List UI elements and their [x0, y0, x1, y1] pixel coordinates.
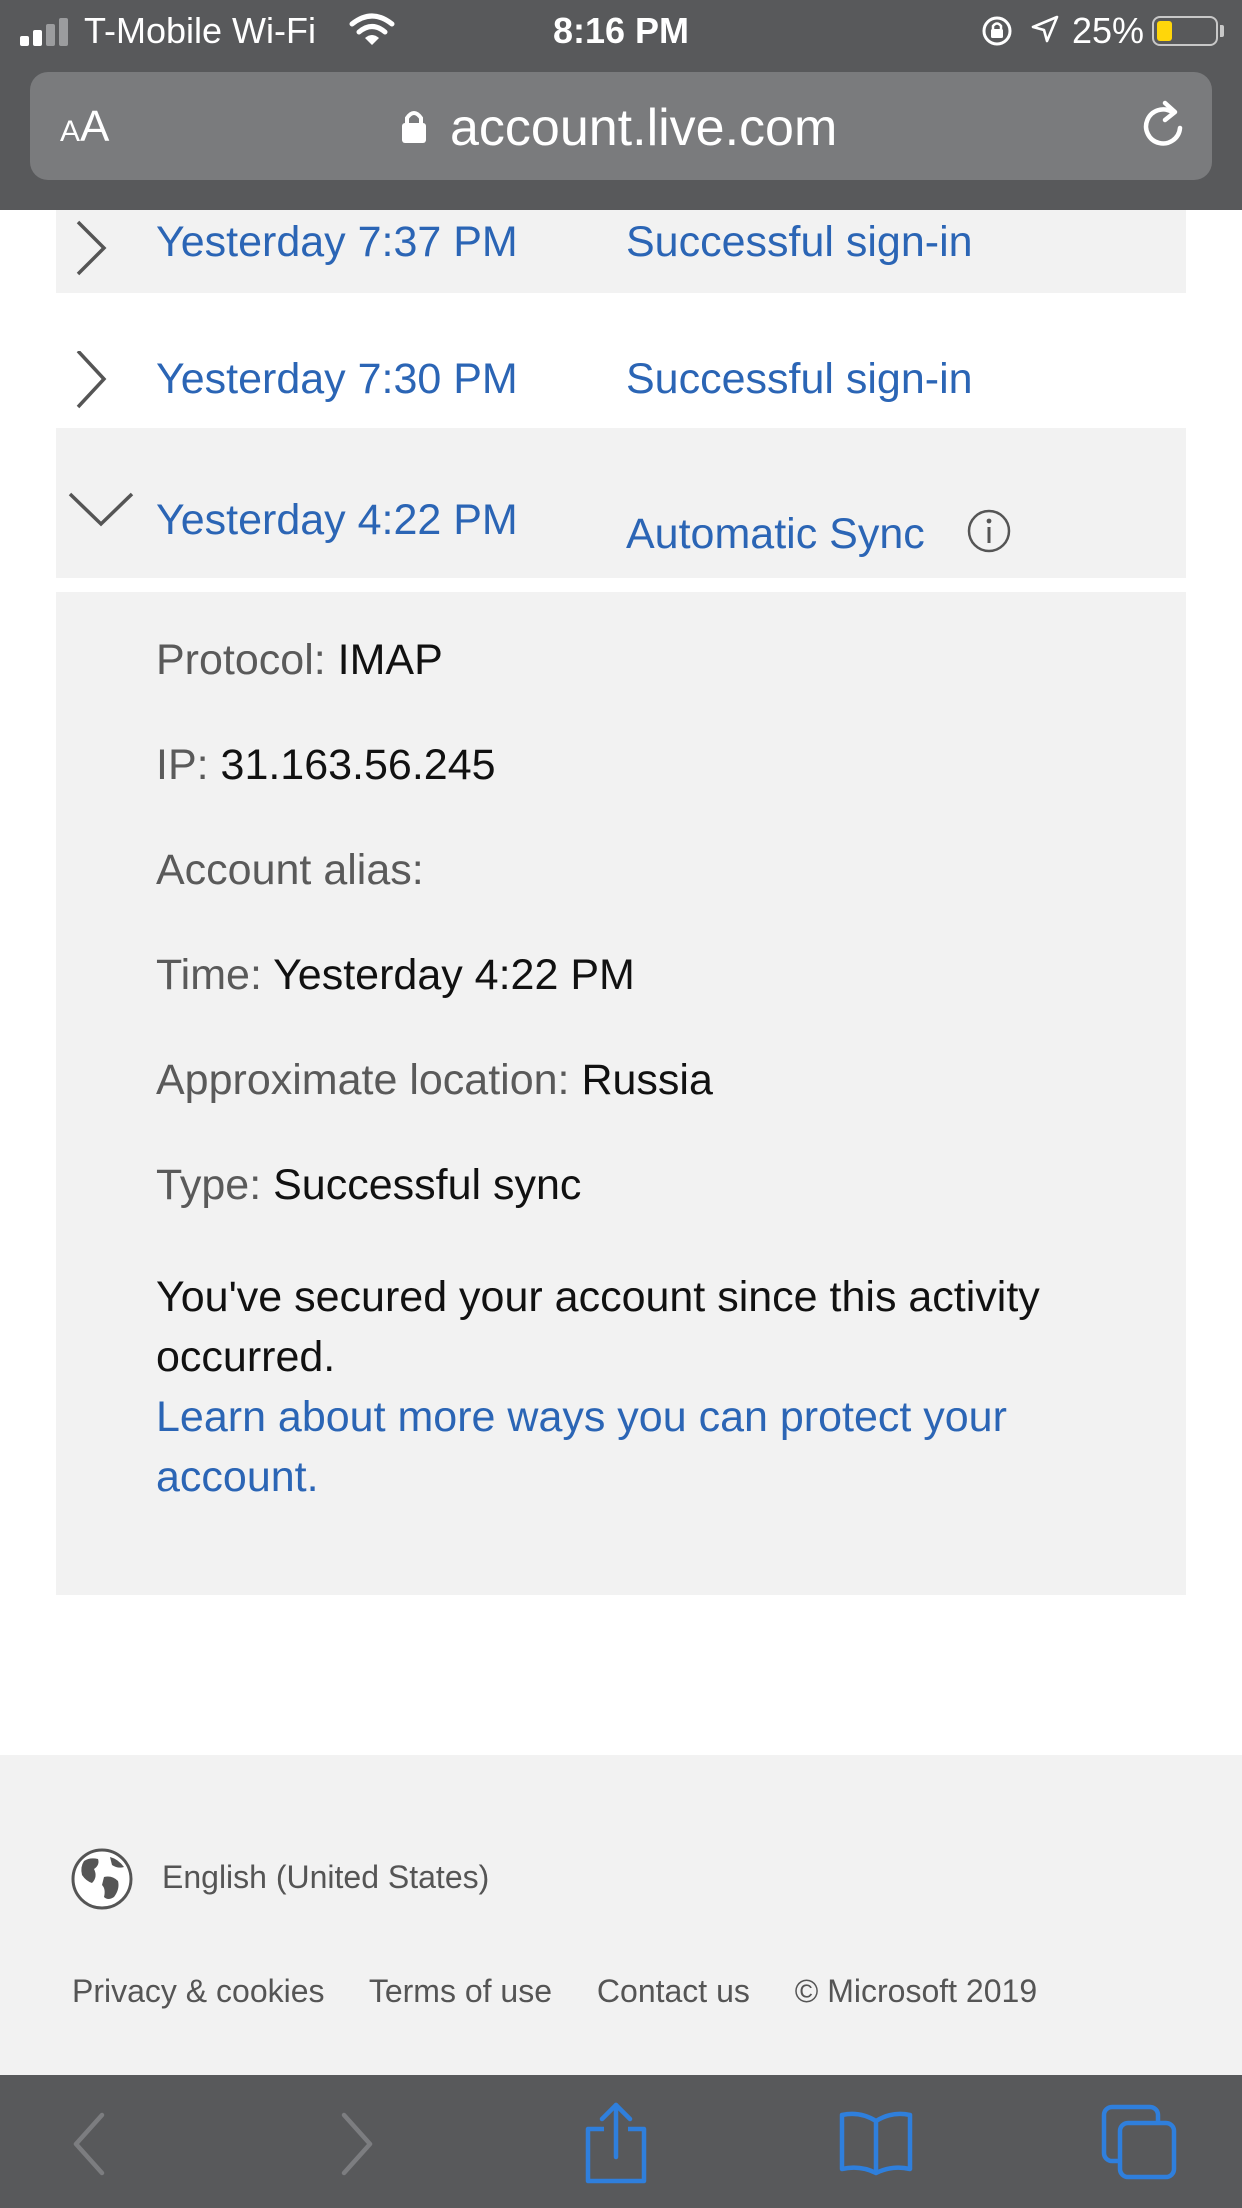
activity-row[interactable]: Yesterday 7:30 PM Successful sign-in: [56, 293, 1186, 428]
battery-percent: 25%: [1072, 10, 1145, 51]
activity-row[interactable]: Yesterday 7:37 PM Successful sign-in: [56, 210, 1186, 293]
location-value: Russia: [581, 1056, 713, 1104]
browser-chrome-top: T-Mobile Wi-Fi 8:16 PM 25% AA account.li…: [0, 0, 1242, 210]
info-icon[interactable]: [966, 508, 1012, 554]
activity-date[interactable]: Yesterday 7:30 PM: [156, 355, 518, 404]
text-size-button[interactable]: AA: [60, 102, 109, 152]
protocol-value: IMAP: [337, 636, 443, 684]
type-value: Successful sync: [273, 1161, 582, 1209]
activity-date[interactable]: Yesterday 7:37 PM: [156, 218, 518, 267]
globe-icon[interactable]: [70, 1847, 134, 1911]
url-text[interactable]: account.live.com: [450, 98, 837, 158]
battery-cap: [1220, 25, 1224, 37]
chevron-right-icon[interactable]: [70, 214, 130, 294]
back-arrow-icon[interactable]: [58, 2109, 128, 2179]
activity-date[interactable]: Yesterday 4:22 PM: [156, 496, 518, 545]
language-selector[interactable]: English (United States): [162, 1859, 489, 1896]
bookmarks-icon[interactable]: [838, 2107, 914, 2177]
terms-of-use-link[interactable]: Terms of use: [369, 1973, 552, 2009]
chevron-down-icon[interactable]: [66, 490, 136, 530]
contact-us-link[interactable]: Contact us: [597, 1973, 750, 2009]
status-bar: T-Mobile Wi-Fi 8:16 PM 25%: [0, 0, 1242, 64]
ip-field: IP: 31.163.56.245: [156, 741, 496, 789]
activity-details: Protocol: IMAP IP: 31.163.56.245 Account…: [56, 592, 1186, 1595]
share-icon[interactable]: [580, 2101, 652, 2185]
learn-more-link[interactable]: Learn about more ways you can protect yo…: [156, 1387, 1136, 1507]
activity-type[interactable]: Successful sign-in: [626, 218, 973, 267]
activity-type[interactable]: Successful sign-in: [626, 355, 973, 404]
activity-type[interactable]: Automatic Sync: [626, 510, 925, 559]
address-bar[interactable]: AA account.live.com: [30, 72, 1212, 180]
time-field: Time: Yesterday 4:22 PM: [156, 951, 635, 999]
account-alias-field: Account alias:: [156, 846, 424, 894]
copyright-text: © Microsoft 2019: [794, 1973, 1038, 2009]
chevron-right-icon[interactable]: [70, 351, 130, 431]
ip-value: 31.163.56.245: [220, 741, 496, 789]
security-notice: You've secured your account since this a…: [156, 1273, 1040, 1381]
battery-icon: [1152, 16, 1218, 46]
footer-links: Privacy & cookies Terms of use Contact u…: [72, 1973, 1073, 2010]
time-value: Yesterday 4:22 PM: [273, 951, 635, 999]
forward-arrow-icon[interactable]: [318, 2109, 388, 2179]
browser-toolbar: [0, 2075, 1242, 2208]
activity-row-expanded[interactable]: Yesterday 4:22 PM Automatic Sync: [56, 428, 1186, 578]
privacy-cookies-link[interactable]: Privacy & cookies: [72, 1973, 325, 2009]
type-field: Type: Successful sync: [156, 1161, 582, 1209]
location-arrow-icon: [1031, 15, 1059, 43]
reload-icon[interactable]: [1136, 98, 1192, 154]
location-field: Approximate location: Russia: [156, 1056, 713, 1104]
padlock-icon: [402, 111, 426, 143]
page-footer: English (United States) Privacy & cookie…: [0, 1755, 1242, 2075]
protocol-field: Protocol: IMAP: [156, 636, 443, 684]
orientation-lock-icon: [982, 16, 1012, 46]
tabs-icon[interactable]: [1100, 2103, 1180, 2183]
